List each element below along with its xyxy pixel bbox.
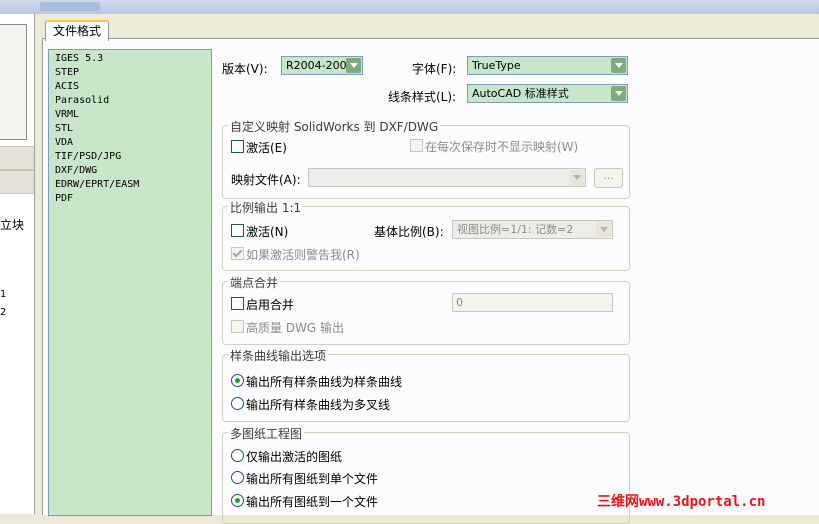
chevron-down-icon[interactable] [596, 222, 611, 237]
scale-warn-checkbox[interactable] [231, 247, 244, 260]
format-items: IGES 5.3 STEP ACIS Parasolid VRML STL VDA TIF/P… [49, 50, 211, 206]
scale-base-select[interactable]: 视图比例=1/1: 记数=2 [452, 220, 613, 239]
sheets-radio-active[interactable] [231, 449, 244, 462]
browse-button[interactable]: ... [594, 168, 623, 188]
font-select[interactable]: TrueType [467, 56, 628, 75]
left-band [0, 170, 34, 194]
left-text: 1 [0, 289, 7, 300]
chevron-down-icon[interactable] [346, 58, 361, 73]
merge-enable-checkbox[interactable] [231, 297, 244, 310]
merge-enable-label: 启用合并 [246, 298, 295, 312]
scale-base-label: 基体比例(B): [374, 225, 444, 239]
scale-activate-label: 激活(N) [246, 225, 289, 239]
scale-title: 比例输出 1:1 [228, 199, 304, 216]
font-label: 字体(F): [412, 62, 457, 76]
left-band [0, 146, 34, 170]
sheets-opt3-label: 输出所有图纸到一个文件 [246, 495, 379, 509]
spline-radio-polyline[interactable] [231, 397, 244, 410]
format-list-item[interactable]: ACIS [49, 80, 211, 94]
line-style-value: AutoCAD 标准样式 [472, 87, 569, 100]
version-label: 版本(V): [222, 62, 268, 76]
format-list-item[interactable]: Parasolid [49, 94, 211, 108]
spline-radio-spline[interactable] [231, 374, 244, 387]
scale-base-value: 视图比例=1/1: 记数=2 [457, 223, 574, 236]
mapping-noshow-label: 在每次保存时不显示映射(W) [425, 140, 579, 154]
spline-opt2-label: 输出所有样条曲线为多叉线 [246, 398, 391, 412]
merge-hq-label: 高质量 DWG 输出 [246, 321, 345, 335]
scale-warn-label: 如果激活则警告我(R) [246, 248, 360, 262]
chevron-down-icon[interactable] [611, 58, 626, 73]
spline-title: 样条曲线输出选项 [228, 347, 329, 364]
mapping-title: 自定义映射 SolidWorks 到 DXF/DWG [228, 118, 441, 135]
sheets-opt1-label: 仅输出激活的图纸 [246, 450, 343, 464]
merge-title: 端点合并 [228, 274, 281, 291]
sheets-radio-one[interactable] [231, 494, 244, 507]
format-list-item[interactable]: TIF/PSD/JPG [49, 150, 211, 164]
format-list-item[interactable]: STL [49, 122, 211, 136]
format-list-item[interactable]: VRML [49, 108, 211, 122]
left-text: 2 [0, 307, 7, 318]
line-style-select[interactable]: AutoCAD 标准样式 [467, 84, 628, 103]
mapping-activate-label: 激活(E) [246, 141, 287, 155]
mapping-file-label: 映射文件(A): [231, 173, 301, 187]
format-list[interactable]: IGES 5.3 STEP ACIS Parasolid VRML STL VDA TIF/P… [48, 49, 212, 516]
version-value: R2004-2006 [286, 59, 354, 72]
format-list-item[interactable]: IGES 5.3 [49, 52, 211, 66]
merge-value-input[interactable]: 0 [452, 293, 613, 312]
format-list-item[interactable]: STEP [49, 66, 211, 80]
scale-activate-checkbox[interactable] [231, 224, 244, 237]
mapping-activate-checkbox[interactable] [231, 140, 244, 153]
sheets-radio-single[interactable] [231, 471, 244, 484]
line-style-label: 线条样式(L): [388, 90, 457, 104]
format-list-item[interactable]: VDA [49, 136, 211, 150]
title-blur [40, 2, 100, 11]
left-panel-button[interactable] [0, 24, 27, 140]
version-select[interactable]: R2004-2006 [281, 56, 363, 75]
chevron-down-icon[interactable] [611, 86, 626, 101]
window-titlebar [0, 0, 819, 14]
watermark-text: 三维网www.3dportal.cn [597, 494, 766, 510]
merge-hq-checkbox[interactable] [231, 320, 244, 333]
format-list-item[interactable]: PDF [49, 192, 211, 206]
chevron-down-icon[interactable] [569, 170, 584, 185]
mapping-file-select[interactable] [308, 168, 586, 187]
tab-file-format[interactable]: 文件格式 [45, 20, 109, 41]
sheets-title: 多图纸工程图 [228, 425, 305, 442]
spline-opt1-label: 输出所有样条曲线为样条曲线 [246, 375, 403, 389]
font-value: TrueType [472, 59, 521, 72]
format-list-item[interactable]: EDRW/EPRT/EASM [49, 178, 211, 192]
format-list-item[interactable]: DXF/DWG [49, 164, 211, 178]
sheets-opt2-label: 输出所有图纸到单个文件 [246, 472, 379, 486]
mapping-noshow-checkbox[interactable] [410, 139, 423, 152]
left-text: 立块 [0, 218, 25, 232]
